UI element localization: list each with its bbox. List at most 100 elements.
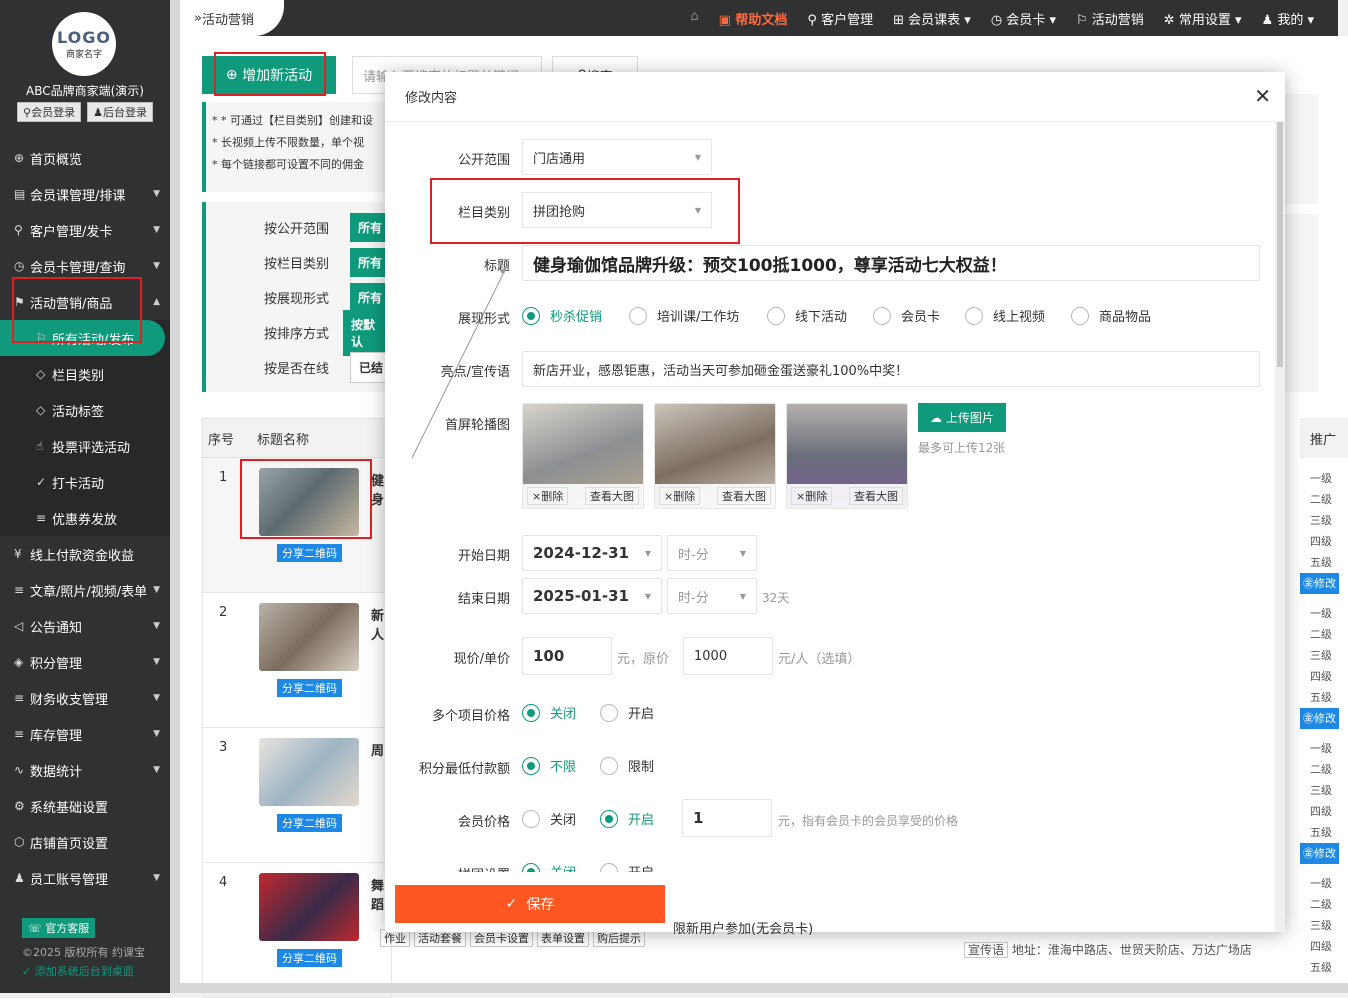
modify-button[interactable]: ㊎修改 [1300, 573, 1339, 594]
member-price-label: 会员价格 [457, 815, 510, 830]
share-qr-button[interactable]: 分享二维码 [277, 544, 342, 562]
sidebar-scrollbar[interactable] [170, 0, 180, 993]
sidebar-item-finance[interactable]: ≡ 财务收支管理 ▼ [0, 680, 170, 716]
table-row[interactable]: 2 分享二维码 新人 [202, 593, 392, 728]
form-offline-radio[interactable]: 线下活动 [767, 306, 847, 325]
copyright: ©2025 版权所有 约课宝 [22, 946, 145, 959]
chevron-up-icon: ▲ [153, 297, 160, 307]
sidebar-item-customer[interactable]: ⚲ 客户管理/发卡 ▼ [0, 212, 170, 248]
original-price-input[interactable]: 1000 [683, 637, 773, 675]
modify-button[interactable]: ㊎修改 [1300, 708, 1339, 729]
add-desktop-link[interactable]: ✓ 添加系统后台到桌面 [22, 963, 170, 979]
sidebar-submenu: ⚐ 所有活动/发布 ◇ 栏目类别 ◇ 活动标签 ☝ 投票评选活动 ✓ 打卡活动 ≡ 优惠券发… [0, 320, 170, 536]
form-card-radio[interactable]: 会员卡 [873, 306, 940, 325]
multi-price-off-radio[interactable]: 关闭 [522, 703, 576, 722]
sidebar-item-vote[interactable]: ☝ 投票评选活动 [0, 428, 170, 464]
view-image-button[interactable]: 查看大图 [849, 487, 903, 505]
nav-card[interactable]: ◷ 会员卡 ▾ [991, 9, 1056, 28]
horizontal-scrollbar[interactable] [180, 983, 1348, 993]
activity-thumbnail[interactable] [259, 603, 359, 671]
chevron-down-icon: ▼ [153, 225, 160, 235]
upload-image-button[interactable]: ☁ 上传图片 [918, 403, 1006, 432]
carousel-image[interactable]: ×删除 查看大图 [654, 403, 776, 509]
save-button[interactable]: ✓ 保存 [395, 885, 665, 923]
sidebar-item-shop[interactable]: ⬡ 店铺首页设置 [0, 824, 170, 860]
chevron-down-icon: ▼ [153, 657, 160, 667]
activity-thumbnail[interactable] [259, 738, 359, 806]
sidebar-item-coupon[interactable]: ≡ 优惠券发放 [0, 500, 170, 536]
sidebar-item-staff[interactable]: ♟ 员工账号管理 ▼ [0, 860, 170, 896]
end-date-input[interactable]: 2025-01-31 ▼ [522, 578, 662, 614]
nav-help[interactable]: ▣ 帮助文档 [719, 9, 788, 28]
sidebar-item-category[interactable]: ◇ 栏目类别 [0, 356, 170, 392]
sidebar-item-home[interactable]: ⊕ 首页概览 [0, 140, 170, 176]
chevron-down-icon: ▼ [153, 693, 160, 703]
close-icon[interactable]: ✕ [1254, 84, 1271, 108]
chevron-down-icon: ▼ [153, 765, 160, 775]
chevron-down-icon: ▼ [153, 621, 160, 631]
chevron-down-icon: ▼ [153, 189, 160, 199]
modal-scrollbar[interactable] [1275, 122, 1285, 932]
delete-image-button[interactable]: ×删除 [659, 487, 701, 505]
delete-image-button[interactable]: ×删除 [791, 487, 833, 505]
nav-schedule[interactable]: ⊞ 会员课表 ▾ [893, 9, 971, 28]
form-flash-sale-radio[interactable]: 秒杀促销 [522, 306, 602, 325]
title-input[interactable]: 健身瑜伽馆品牌升级：预交100抵1000，尊享活动七大权益！ [522, 245, 1260, 281]
member-price-on-radio[interactable]: 开启 [600, 809, 654, 828]
slogan-label: 亮点/宣传语 [440, 365, 510, 380]
sidebar-item-notice[interactable]: ◁ 公告通知 ▼ [0, 608, 170, 644]
sidebar-item-checkin[interactable]: ✓ 打卡活动 [0, 464, 170, 500]
price-input[interactable]: 100 [522, 637, 612, 675]
points-limit-radio[interactable]: 限制 [600, 756, 654, 775]
sidebar-item-settings[interactable]: ⚙ 系统基础设置 [0, 788, 170, 824]
points-unlimited-radio[interactable]: 不限 [522, 756, 576, 775]
scope-select[interactable]: 门店通用 ▼ [522, 139, 712, 175]
carousel-image[interactable]: ×删除 查看大图 [786, 403, 908, 509]
highlight-box [430, 178, 740, 244]
form-goods-radio[interactable]: 商品物品 [1071, 306, 1151, 325]
view-image-button[interactable]: 查看大图 [717, 487, 771, 505]
nav-me[interactable]: ♟ 我的 ▾ [1262, 9, 1314, 28]
home-icon[interactable]: ⌂ [690, 9, 698, 28]
sidebar-item-articles[interactable]: ≡ 文章/照片/视频/表单 ▼ [0, 572, 170, 608]
group-on-radio[interactable]: 开启 [600, 862, 654, 872]
filter-form-all[interactable]: 所有 [350, 283, 391, 312]
modal-title: 修改内容 [385, 72, 1285, 122]
nav-customer[interactable]: ⚲ 客户管理 [807, 9, 873, 28]
thumb-icon: ☝ [36, 439, 44, 453]
slogan-input[interactable]: 新店开业，感恩钜惠，活动当天可参加砸金蛋送豪礼100%中奖！ [522, 351, 1260, 387]
service-button[interactable]: ☏ 官方客服 [22, 918, 96, 938]
nav-marketing[interactable]: ⚐ 活动营销 [1076, 9, 1144, 28]
multi-price-on-radio[interactable]: 开启 [600, 703, 654, 722]
start-time-select[interactable]: 时-分 ▼ [667, 535, 757, 571]
sidebar-item-stats[interactable]: ∿ 数据统计 ▼ [0, 752, 170, 788]
member-price-input[interactable]: 1 [682, 799, 772, 837]
admin-login-button[interactable]: ♟后台登录 [87, 102, 153, 122]
delete-image-button[interactable]: ×删除 [527, 487, 569, 505]
sidebar-item-stock[interactable]: ≡ 库存管理 ▼ [0, 716, 170, 752]
share-qr-button[interactable]: 分享二维码 [277, 814, 342, 832]
view-image-button[interactable]: 查看大图 [585, 487, 639, 505]
filter-scope-all[interactable]: 所有 [350, 213, 391, 242]
sidebar-item-points[interactable]: ◈ 积分管理 ▼ [0, 644, 170, 680]
table-row[interactable]: 4 分享二维码 舞蹈 [202, 863, 392, 998]
share-qr-button[interactable]: 分享二维码 [277, 679, 342, 697]
group-off-radio[interactable]: 关闭 [522, 862, 576, 872]
nav-settings[interactable]: ✲ 常用设置 ▾ [1164, 9, 1242, 28]
sidebar-item-income[interactable]: ¥ 线上付款资金收益 [0, 536, 170, 572]
form-training-radio[interactable]: 培训课/工作坊 [629, 306, 739, 325]
modify-button[interactable]: ㊎修改 [1300, 843, 1339, 864]
highlight-box [12, 277, 142, 343]
share-qr-button[interactable]: 分享二维码 [277, 949, 342, 967]
carousel-image[interactable]: ×删除 查看大图 [522, 403, 644, 509]
end-time-select[interactable]: 时-分 ▼ [667, 578, 757, 614]
sidebar-item-tags[interactable]: ◇ 活动标签 [0, 392, 170, 428]
member-login-button[interactable]: ⚲会员登录 [17, 102, 82, 122]
table-row[interactable]: 3 分享二维码 周 [202, 728, 392, 863]
filter-category-all[interactable]: 所有 [350, 248, 391, 277]
sidebar-item-course[interactable]: ▤ 会员课管理/排课 ▼ [0, 176, 170, 212]
start-date-input[interactable]: 2024-12-31 ▼ [522, 535, 662, 571]
form-video-radio[interactable]: 线上视频 [965, 306, 1045, 325]
member-price-off-radio[interactable]: 关闭 [522, 809, 576, 828]
activity-thumbnail[interactable] [259, 873, 359, 941]
